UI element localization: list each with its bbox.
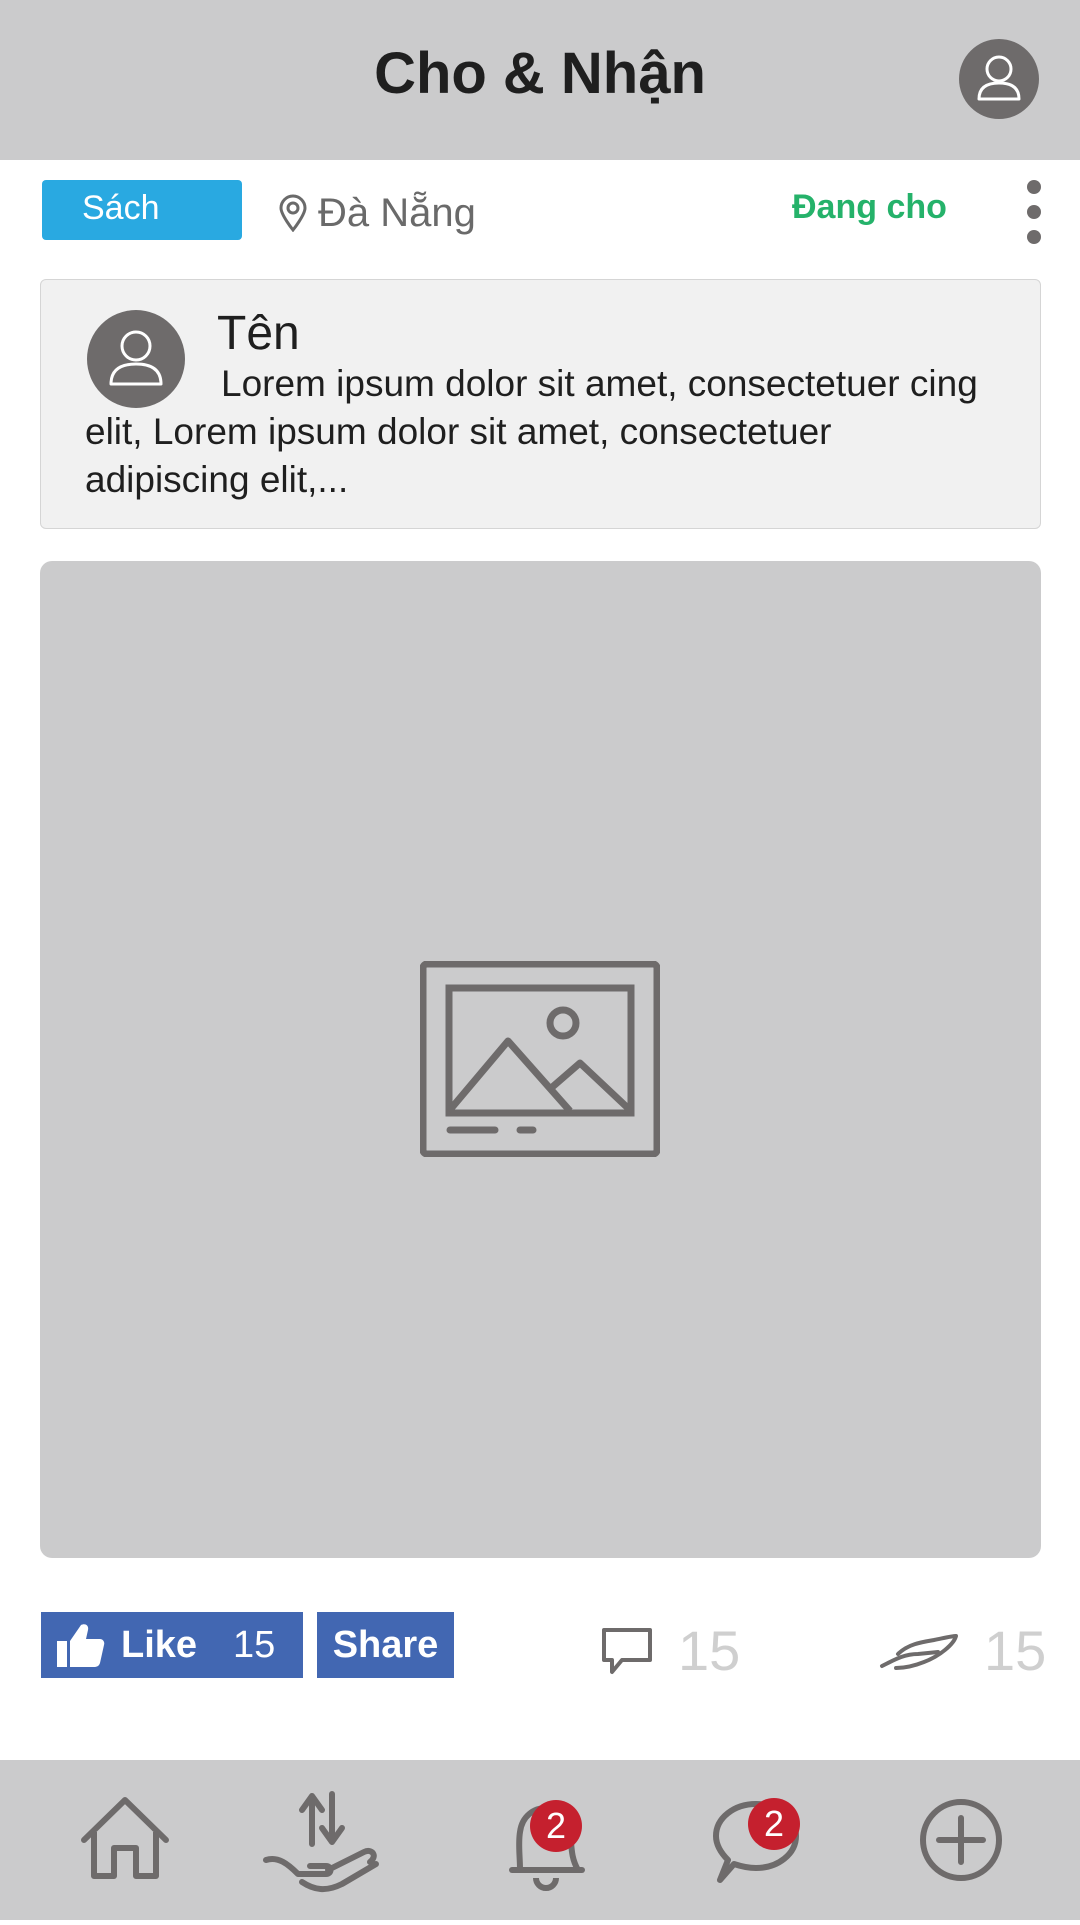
- give-button[interactable]: 15: [878, 1618, 1046, 1683]
- like-button[interactable]: Like 15: [41, 1612, 303, 1678]
- bottom-navigation: 2 2: [0, 1760, 1080, 1920]
- like-count: 15: [233, 1623, 276, 1666]
- plus-circle-icon: [920, 1799, 1002, 1881]
- like-label: Like: [121, 1623, 198, 1666]
- give-count: 15: [984, 1619, 1047, 1682]
- nav-add-post[interactable]: [916, 1760, 1006, 1920]
- hand-exchange-icon: [263, 1791, 379, 1892]
- more-options-button[interactable]: [1016, 178, 1052, 250]
- post-image[interactable]: [40, 561, 1041, 1558]
- image-placeholder-icon: [420, 961, 660, 1157]
- app-header: Cho & Nhận: [0, 0, 1080, 160]
- thumbs-up-icon: [57, 1624, 105, 1667]
- nav-home[interactable]: [70, 1760, 180, 1920]
- speech-bubble-icon: [602, 1627, 652, 1674]
- nav-notifications[interactable]: 2: [490, 1760, 600, 1920]
- nav-exchange[interactable]: [262, 1760, 382, 1920]
- status-label[interactable]: Đang cho: [792, 188, 947, 227]
- map-pin-icon: [279, 194, 307, 232]
- location-filter[interactable]: Đà Nẵng: [278, 186, 476, 240]
- page-title: Cho & Nhận: [374, 41, 706, 106]
- author-name: Tên: [217, 307, 300, 360]
- comment-button[interactable]: 15: [600, 1618, 740, 1683]
- messages-badge: 2: [748, 1798, 800, 1850]
- giving-hand-icon: [880, 1633, 958, 1670]
- notifications-badge: 2: [530, 1800, 582, 1852]
- comment-count: 15: [678, 1619, 741, 1682]
- user-icon: [977, 55, 1021, 101]
- share-button[interactable]: Share: [317, 1612, 454, 1678]
- location-label: Đà Nẵng: [318, 190, 476, 235]
- post-card[interactable]: Tên Lorem ipsum dolor sit amet, consecte…: [40, 279, 1041, 529]
- profile-button[interactable]: [959, 39, 1039, 119]
- home-icon: [81, 1797, 169, 1879]
- nav-messages[interactable]: 2: [700, 1760, 810, 1920]
- post-description: Lorem ipsum dolor sit amet, consectetuer…: [85, 363, 978, 500]
- vertical-dots-icon: [1027, 180, 1041, 244]
- category-chip[interactable]: Sách: [42, 180, 242, 240]
